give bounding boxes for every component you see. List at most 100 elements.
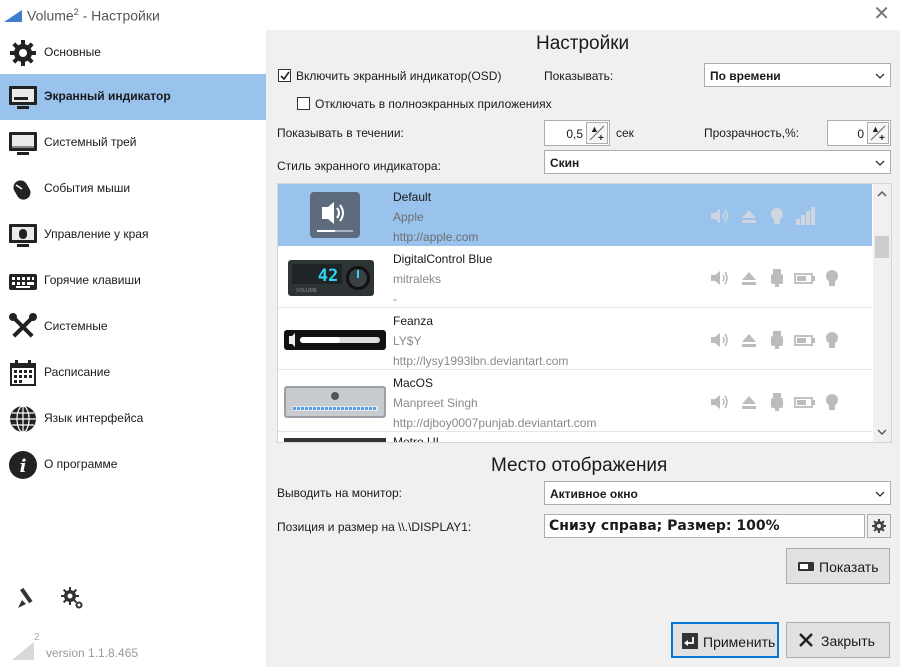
chevron-down-icon — [875, 160, 885, 166]
battery-feature-icon — [794, 397, 815, 408]
volume-feature-icon — [711, 395, 728, 409]
info-icon: i — [9, 451, 37, 479]
tools-icon — [9, 313, 37, 338]
duration-spin-button[interactable]: ▲ + — [586, 122, 608, 144]
chevron-down-icon — [875, 491, 885, 497]
svg-text:42: 42 — [318, 266, 338, 286]
duration-unit: сек — [616, 126, 634, 140]
osd-enable-checkbox[interactable] — [278, 69, 291, 82]
app-logo-icon — [4, 10, 22, 22]
sidebar-item-hotkeys[interactable]: Горячие клавиши — [0, 258, 266, 304]
skin-item-macos[interactable]: MacOS Manpreet Singh http://djboy0007pun… — [278, 370, 872, 432]
title-bar: Volume2 - Настройки ✕ — [0, 0, 900, 30]
battery-feature-icon — [794, 335, 815, 346]
chevron-down-icon — [875, 73, 885, 79]
sidebar-item-osd[interactable]: Экранный индикатор — [0, 74, 266, 120]
brush-icon[interactable] — [16, 586, 40, 610]
usb-feature-icon — [771, 331, 783, 349]
checkmark-icon — [280, 71, 290, 81]
screen-edge-icon — [9, 224, 37, 247]
eject-feature-icon — [742, 272, 756, 285]
skin-thumbnail-default — [310, 192, 360, 238]
apply-icon — [682, 633, 698, 649]
battery-feature-icon — [794, 273, 815, 284]
eject-feature-icon — [742, 210, 756, 223]
monitor-label: Выводить на монитор: — [277, 486, 402, 500]
sidebar: Основные Экранный индикатор Системный тр… — [0, 30, 266, 667]
gear-icon — [872, 519, 886, 533]
plus-minus-icon: ▲+ — [870, 124, 886, 144]
eject-feature-icon — [742, 396, 756, 409]
skin-item-default[interactable]: Default Apple http://apple.com — [278, 184, 872, 246]
brightness-feature-icon — [826, 332, 838, 348]
skin-thumbnail-feanza — [284, 330, 386, 350]
fullscreen-disable-checkbox[interactable] — [297, 97, 310, 110]
osd-style-label: Стиль экранного индикатора: — [277, 159, 441, 173]
sidebar-item-schedule[interactable]: Расписание — [0, 350, 266, 396]
sidebar-item-system[interactable]: Системные — [0, 304, 266, 350]
monitor-icon — [9, 86, 37, 109]
fullscreen-disable-label: Отключать в полноэкранных приложениях — [315, 97, 552, 111]
gear-icon — [10, 40, 36, 66]
scrollbar-thumb[interactable] — [875, 236, 889, 258]
position-size-field[interactable]: Снизу справа; Размер: 100% — [544, 514, 865, 538]
settings-title: Настройки — [536, 33, 630, 54]
chevron-down-icon[interactable] — [876, 426, 888, 438]
mouse-icon — [13, 180, 31, 200]
skin-list-scrollbar[interactable] — [873, 184, 891, 442]
chevron-up-icon[interactable] — [876, 188, 888, 200]
opacity-spin-button[interactable]: ▲ + — [867, 122, 889, 144]
skin-item-feanza[interactable]: Feanza LY$Y http://lysy1993lbn.deviantar… — [278, 308, 872, 370]
skin-thumbnail-metro — [284, 438, 386, 442]
window-close-button[interactable]: ✕ — [873, 4, 890, 24]
sidebar-item-tray[interactable]: Системный трей — [0, 120, 266, 166]
svg-text:VOLUME: VOLUME — [296, 288, 318, 294]
usb-feature-icon — [771, 393, 783, 411]
brightness-feature-icon — [771, 208, 783, 224]
skin-thumbnail-macos — [284, 386, 386, 418]
duration-spinner[interactable]: 0,5 ▲ + — [544, 120, 610, 146]
position-label: Позиция и размер на \\.\DISPLAY1: — [277, 520, 472, 534]
monitor-select[interactable]: Активное окно — [544, 481, 891, 505]
globe-icon — [10, 405, 36, 433]
position-settings-button[interactable] — [867, 514, 891, 538]
opacity-spinner[interactable]: 0 ▲ + — [827, 120, 891, 146]
skin-item-metro-ui[interactable]: Metro UI — [278, 432, 872, 442]
show-mode-select[interactable]: По времени — [704, 63, 891, 87]
duration-label: Показывать в течении: — [277, 126, 404, 140]
plus-minus-icon: ▲+ — [589, 124, 605, 144]
svg-text:+: + — [879, 133, 885, 143]
osd-style-select[interactable]: Скин — [544, 150, 891, 174]
osd-enable-label: Включить экранный индикатор(OSD) — [296, 69, 502, 83]
show-preview-button[interactable]: Показать — [786, 548, 890, 584]
keyboard-icon — [9, 274, 37, 290]
brightness-feature-icon — [826, 270, 838, 286]
signal-feature-icon — [796, 207, 815, 225]
show-mode-label: Показывать: — [544, 69, 614, 83]
tray-icon — [9, 132, 37, 155]
usb-feature-icon — [771, 269, 783, 287]
opacity-label: Прозрачность,%: — [704, 126, 800, 140]
skin-item-digitalcontrol-blue[interactable]: 42 VOLUME DigitalControl Blue mitraleks … — [278, 246, 872, 308]
eject-feature-icon — [742, 334, 756, 347]
sidebar-item-about[interactable]: i О программе — [0, 442, 266, 488]
close-button[interactable]: Закрыть — [786, 622, 890, 658]
apply-button[interactable]: Применить — [671, 622, 779, 658]
window-title: Volume2 - Настройки — [27, 7, 160, 24]
placement-title: Место отображения — [491, 455, 668, 476]
sidebar-item-mouse[interactable]: События мыши — [0, 166, 266, 212]
volume-feature-icon — [711, 209, 728, 223]
skin-list[interactable]: Default Apple http://apple.com 42 VOLUME… — [277, 183, 892, 443]
sidebar-item-language[interactable]: Язык интерфейса — [0, 396, 266, 442]
svg-text:+: + — [598, 133, 604, 143]
app-logo: 2 — [12, 632, 44, 660]
sidebar-item-edge[interactable]: Управление у края — [0, 212, 266, 258]
brightness-feature-icon — [826, 394, 838, 410]
calendar-icon — [10, 360, 36, 386]
osd-preview-icon — [798, 562, 814, 571]
advanced-settings-icon[interactable] — [60, 586, 84, 610]
version-label: version 1.1.8.465 — [46, 646, 139, 660]
sidebar-item-general[interactable]: Основные — [0, 30, 266, 76]
volume-feature-icon — [711, 271, 728, 285]
volume-feature-icon — [711, 333, 728, 347]
